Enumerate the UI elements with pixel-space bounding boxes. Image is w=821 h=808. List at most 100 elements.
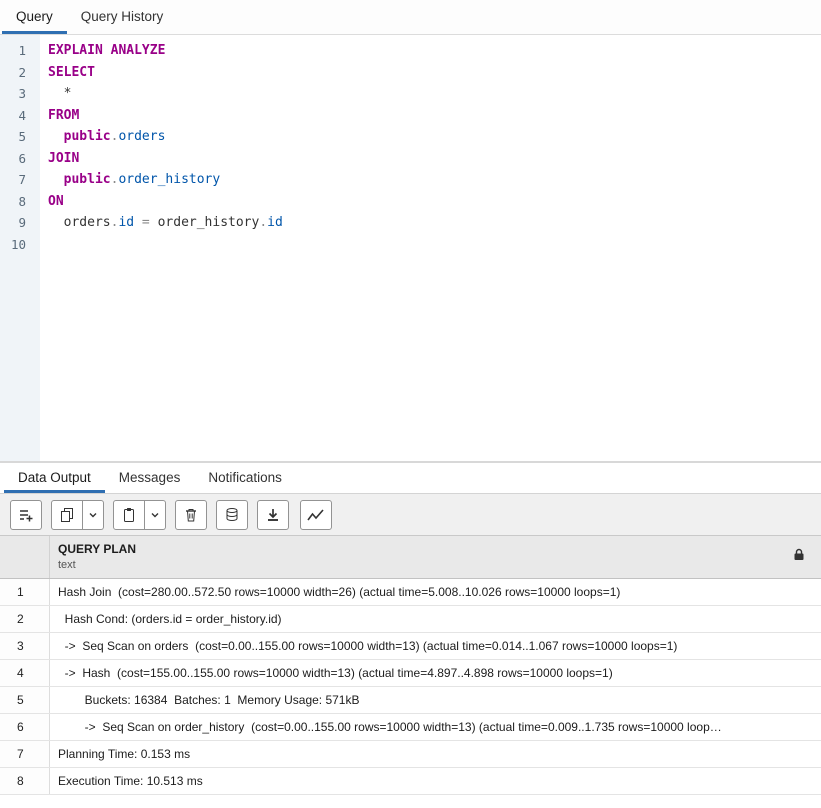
data-output-toolbar — [0, 494, 821, 536]
table-row: 7 Planning Time: 0.153 ms — [0, 741, 821, 768]
tab-data-output[interactable]: Data Output — [4, 463, 105, 493]
chevron-down-icon — [150, 510, 160, 520]
copy-button-group — [51, 499, 104, 530]
sql-token: = — [134, 215, 158, 230]
sql-token: ON — [48, 193, 64, 209]
editor-code[interactable]: EXPLAIN ANALYZE SELECT * FROM public.order… — [40, 35, 821, 461]
grid-corner-cell[interactable] — [0, 536, 50, 578]
copy-button[interactable] — [51, 499, 83, 530]
query-plan-cell[interactable]: Planning Time: 0.153 ms — [50, 741, 821, 767]
paste-button[interactable] — [113, 499, 145, 530]
column-name: QUERY PLAN — [58, 542, 137, 556]
grid-body: 1 Hash Join (cost=280.00..572.50 rows=100… — [0, 579, 821, 795]
table-row: 1 Hash Join (cost=280.00..572.50 rows=100… — [0, 579, 821, 606]
results-panel-tabbar: Data Output Messages Notifications — [0, 463, 821, 494]
row-number[interactable]: 1 — [0, 579, 50, 605]
save-results-to-file-button[interactable] — [257, 499, 289, 530]
add-row-button[interactable] — [10, 499, 42, 530]
data-output-grid: QUERY PLAN text 1 Hash Join (cost=280.00.… — [0, 536, 821, 808]
line-number: 8 — [18, 193, 26, 209]
sql-token: orders — [118, 129, 166, 144]
tab-query[interactable]: Query — [2, 0, 67, 34]
sql-token: id — [267, 215, 283, 230]
row-number[interactable]: 5 — [0, 687, 50, 713]
query-plan-cell[interactable]: Hash Join (cost=280.00..572.50 rows=1000… — [50, 579, 821, 605]
code-line[interactable]: orders.id = order_history.id — [48, 212, 821, 234]
add-row-icon — [18, 507, 34, 523]
code-line[interactable]: public.order_history — [48, 169, 821, 191]
sql-editor[interactable]: 1 2 3 4 5 6 7 8 9 10 EXPLAIN ANALYZE SELECT * FROM … — [0, 35, 821, 463]
column-type: text — [58, 559, 76, 571]
sql-token: public — [63, 172, 111, 187]
sql-token: SELECT — [48, 64, 95, 80]
tab-query-history[interactable]: Query History — [67, 0, 178, 34]
sql-token: id — [118, 215, 135, 230]
grid-header: QUERY PLAN text — [0, 536, 821, 579]
query-plan-cell[interactable]: Execution Time: 10.513 ms — [50, 768, 821, 794]
column-header-query-plan[interactable]: QUERY PLAN text — [50, 536, 821, 578]
table-row: 2 Hash Cond: (orders.id = order_history.… — [0, 606, 821, 633]
tab-messages[interactable]: Messages — [105, 463, 195, 493]
sql-token: JOIN — [48, 150, 80, 166]
table-row: 8 Execution Time: 10.513 ms — [0, 768, 821, 795]
graph-visualiser-button[interactable] — [300, 499, 332, 530]
sql-token: * — [48, 86, 72, 101]
query-plan-cell[interactable]: -> Hash (cost=155.00..155.00 rows=10000 … — [50, 660, 821, 686]
table-row: 5 Buckets: 16384 Batches: 1 Memory Usage… — [0, 687, 821, 714]
tab-notifications[interactable]: Notifications — [194, 463, 296, 493]
code-line[interactable]: * — [48, 83, 821, 105]
paste-button-group — [113, 499, 166, 530]
copy-icon — [59, 507, 75, 523]
paste-icon — [121, 507, 137, 523]
line-number: 6 — [18, 150, 26, 166]
row-number[interactable]: 2 — [0, 606, 50, 632]
table-row: 3 -> Seq Scan on orders (cost=0.00..155.… — [0, 633, 821, 660]
chevron-down-icon — [88, 510, 98, 520]
lock-icon — [793, 548, 805, 566]
sql-token: . — [259, 215, 268, 230]
editor-gutter: 1 2 3 4 5 6 7 8 9 10 — [0, 35, 40, 461]
table-row: 4 -> Hash (cost=155.00..155.00 rows=1000… — [0, 660, 821, 687]
sql-token: FROM — [48, 107, 80, 123]
delete-row-button[interactable] — [175, 499, 207, 530]
sql-token: EXPLAIN ANALYZE — [48, 43, 166, 58]
code-line[interactable]: FROM — [48, 105, 821, 127]
row-number[interactable]: 4 — [0, 660, 50, 686]
query-plan-cell[interactable]: -> Seq Scan on order_history (cost=0.00.… — [50, 714, 821, 740]
save-data-changes-button[interactable] — [216, 499, 248, 530]
line-number: 10 — [10, 236, 26, 252]
code-line[interactable]: public.orders — [48, 126, 821, 148]
code-line[interactable] — [48, 234, 821, 256]
sql-token: public — [63, 129, 111, 144]
code-line[interactable]: ON — [48, 191, 821, 213]
line-number: 3 — [18, 86, 26, 101]
query-plan-cell[interactable]: Buckets: 16384 Batches: 1 Memory Usage: … — [50, 687, 821, 713]
row-number[interactable]: 3 — [0, 633, 50, 659]
trash-icon — [183, 507, 199, 523]
download-icon — [265, 507, 281, 523]
sql-token: order_history — [118, 172, 221, 187]
line-number: 7 — [18, 172, 26, 187]
row-number[interactable]: 6 — [0, 714, 50, 740]
line-number: 4 — [18, 107, 26, 123]
paste-options-button[interactable] — [145, 499, 166, 530]
line-chart-icon — [307, 508, 325, 522]
line-number: 9 — [18, 215, 26, 230]
database-icon — [224, 507, 240, 523]
row-number[interactable]: 8 — [0, 768, 50, 794]
query-tool-tabbar: Query Query History — [0, 0, 821, 35]
query-tool-window: Query Query History 1 2 3 4 5 6 7 8 9 10 EXPLAIN … — [0, 0, 821, 808]
code-line[interactable]: JOIN — [48, 148, 821, 170]
line-number: 1 — [18, 43, 26, 58]
sql-token: order_history — [157, 215, 260, 230]
query-plan-cell[interactable]: -> Seq Scan on orders (cost=0.00..155.00… — [50, 633, 821, 659]
sql-token: orders — [48, 215, 111, 230]
code-line[interactable]: SELECT — [48, 62, 821, 84]
query-plan-cell[interactable]: Hash Cond: (orders.id = order_history.id… — [50, 606, 821, 632]
line-number: 2 — [18, 64, 26, 80]
row-number[interactable]: 7 — [0, 741, 50, 767]
copy-options-button[interactable] — [83, 499, 104, 530]
code-line[interactable]: EXPLAIN ANALYZE — [48, 40, 821, 62]
